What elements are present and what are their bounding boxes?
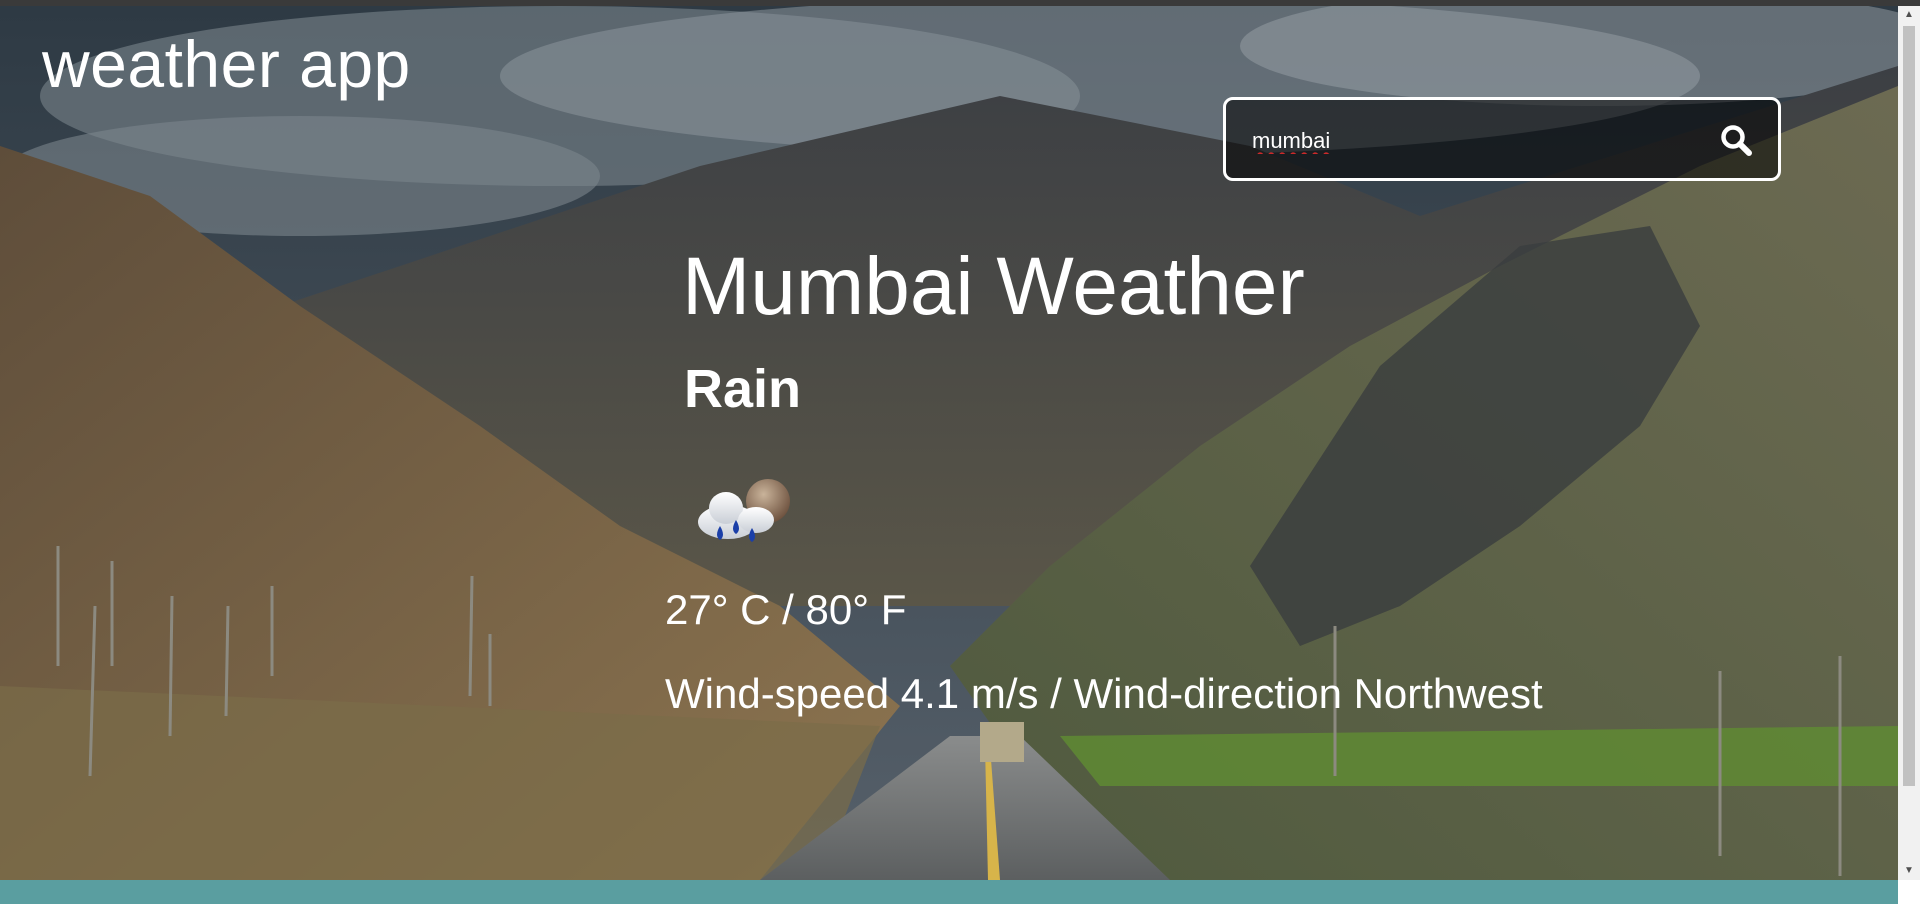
footer-strip: [0, 880, 1898, 904]
search-box: [1223, 97, 1781, 181]
rain-cloud-moon-icon: [698, 479, 790, 542]
scroll-down-arrow-icon[interactable]: ▼: [1898, 862, 1920, 880]
weather-heading: Mumbai Weather: [682, 241, 1305, 332]
app-title: weather app: [42, 27, 411, 101]
temperature: 27° C / 80° F: [665, 586, 907, 633]
scroll-up-arrow-icon[interactable]: ▲: [1898, 6, 1920, 24]
search-icon: [1721, 125, 1752, 156]
scrollbar[interactable]: ▲ ▼: [1898, 6, 1920, 880]
wind-info: Wind-speed 4.1 m/s / Wind-direction Nort…: [665, 670, 1543, 717]
scrollbar-thumb[interactable]: [1903, 26, 1915, 786]
search-input[interactable]: [1250, 122, 1694, 160]
weather-condition: Rain: [684, 359, 802, 419]
search-button[interactable]: [1718, 122, 1756, 160]
